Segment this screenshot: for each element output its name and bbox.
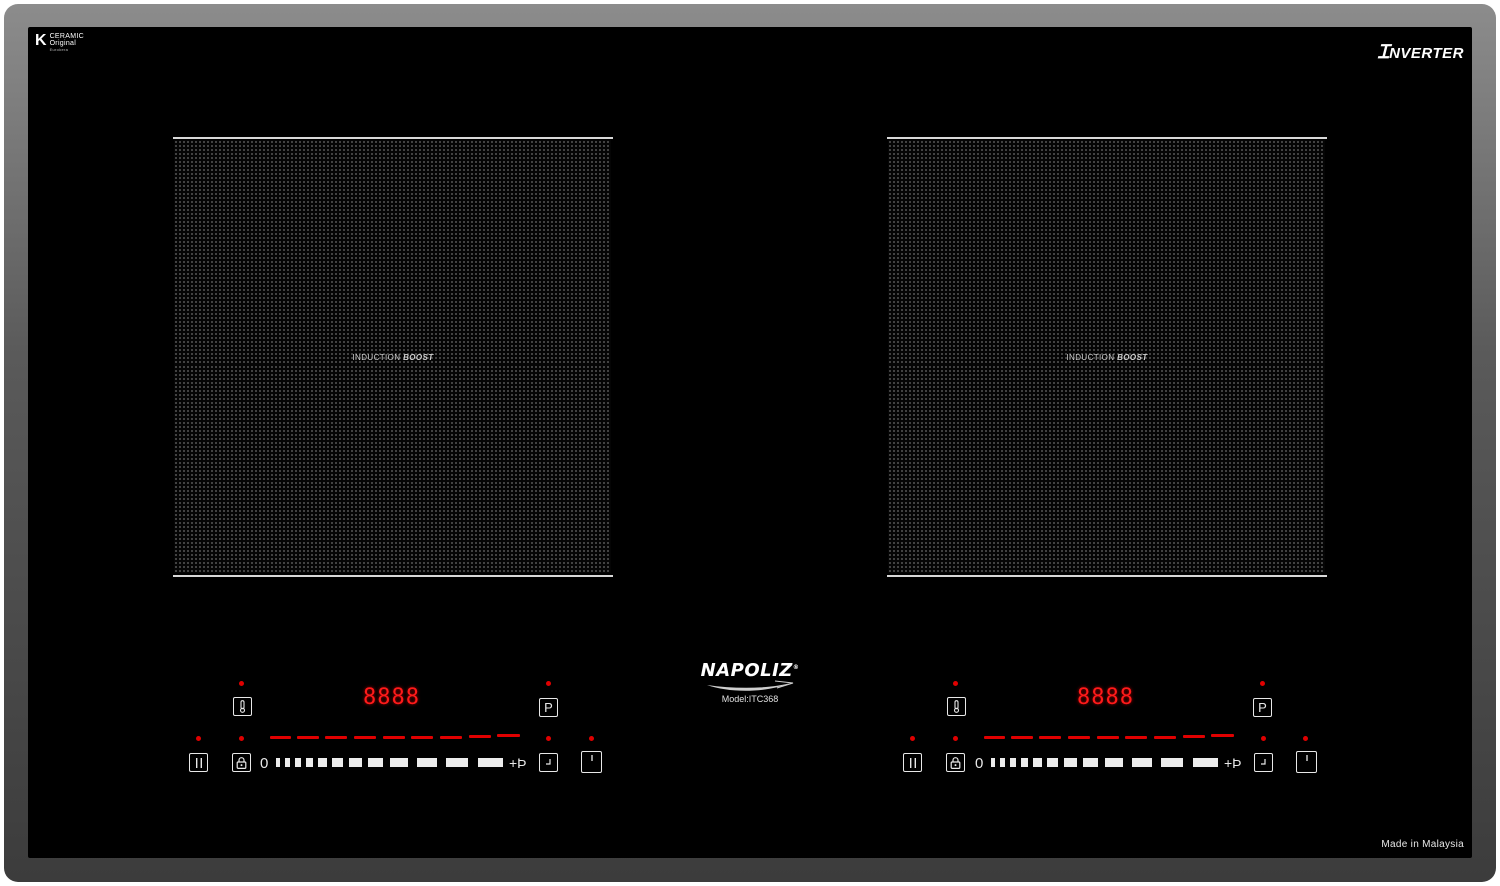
- slider-segment: [1047, 758, 1058, 767]
- boost-label[interactable]: +Þ: [509, 756, 527, 771]
- thermometer-icon: [239, 700, 246, 713]
- slider-segment: [1010, 758, 1016, 767]
- slider-segment: [390, 758, 408, 767]
- napoliz-logo: NAPOLIZ® Model:ITC368: [700, 660, 800, 704]
- inverter-logo: ꞮNVERTER: [1378, 38, 1464, 64]
- slider-segment: [1193, 758, 1218, 767]
- timer-button[interactable]: [539, 753, 558, 772]
- program-button[interactable]: P: [1253, 698, 1272, 717]
- zone-label-bold: BOOST: [1117, 353, 1148, 362]
- zone-label-bold: BOOST: [403, 353, 434, 362]
- slider-segment: [478, 758, 503, 767]
- timer-button[interactable]: [1254, 753, 1273, 772]
- power-button[interactable]: [581, 751, 602, 773]
- power-button[interactable]: [1296, 751, 1317, 773]
- slider-segment: [295, 758, 301, 767]
- slider-segment: [306, 758, 313, 767]
- lock-button[interactable]: [232, 753, 251, 772]
- program-label: P: [1258, 700, 1267, 715]
- zone-label-plain: INDUCTION: [352, 353, 401, 362]
- power-slider[interactable]: [991, 704, 1226, 767]
- slider-segment: [1105, 758, 1123, 767]
- brand-registered-mark: ®: [792, 664, 800, 671]
- zone-top-line: [173, 137, 613, 139]
- slider-segment: [1021, 758, 1028, 767]
- program-indicator-dot: [546, 681, 551, 686]
- thermometer-icon-button[interactable]: [233, 697, 252, 716]
- inverter-label: NVERTER: [1389, 45, 1464, 62]
- brand-name-text: NAPOLIZ: [700, 660, 793, 681]
- model-number: Model:ITC368: [721, 694, 779, 704]
- lock-indicator-dot: [953, 736, 958, 741]
- badge-line2: Original: [49, 40, 77, 47]
- slider-segment: [318, 758, 327, 767]
- eurokera-badge: K CERAMIC Original Eurokera: [35, 32, 84, 53]
- zone-label: INDUCTION BOOST: [887, 353, 1327, 362]
- brand-swoosh-icon: [707, 680, 794, 691]
- zone-lower-area: [888, 365, 1325, 573]
- control-panel-left: 8888 P 0 +Þ: [183, 676, 623, 786]
- program-button[interactable]: P: [539, 698, 558, 717]
- slider-segment: [991, 758, 995, 767]
- lock-icon: [236, 756, 247, 769]
- made-in-label: Made in Malaysia: [1381, 839, 1464, 850]
- inverter-i-glyph: Ɪ: [1378, 42, 1390, 63]
- temp-indicator-dot: [953, 681, 958, 686]
- power-indicator-dot: [1303, 736, 1308, 741]
- power-indicator-dot: [589, 736, 594, 741]
- cooking-zone-left: INDUCTION BOOST: [173, 137, 613, 577]
- slider-segment: [446, 758, 468, 767]
- slider-segment: [1064, 758, 1077, 767]
- timer-icon: [1260, 758, 1266, 765]
- brand-name: NAPOLIZ®: [700, 660, 800, 681]
- badge-letter: K: [35, 32, 47, 49]
- slider-segment: [1083, 758, 1098, 767]
- cooking-zone-right: INDUCTION BOOST: [887, 137, 1327, 577]
- pause-indicator-dot: [910, 736, 915, 741]
- timer-icon: [545, 758, 551, 765]
- pause-button[interactable]: [903, 753, 922, 772]
- pause-button[interactable]: [189, 753, 208, 772]
- timer-indicator-dot: [546, 736, 551, 741]
- slider-segment: [1033, 758, 1042, 767]
- slider-segment: [368, 758, 383, 767]
- slider-zero-label: 0: [260, 755, 269, 772]
- slider-segment: [1000, 758, 1005, 767]
- temp-indicator-dot: [239, 681, 244, 686]
- slider-segment: [332, 758, 343, 767]
- slider-segment: [1132, 758, 1152, 767]
- program-label: P: [544, 700, 553, 715]
- lock-icon: [950, 756, 961, 769]
- control-panel-right: 8888 P 0 +Þ: [897, 676, 1337, 786]
- timer-indicator-dot: [1261, 736, 1266, 741]
- zone-label: INDUCTION BOOST: [173, 353, 613, 362]
- zone-lower-area: [174, 365, 611, 573]
- zone-label-plain: INDUCTION: [1066, 353, 1115, 362]
- slider-segment: [349, 758, 362, 767]
- lock-indicator-dot: [239, 736, 244, 741]
- pause-icon: [195, 757, 202, 768]
- power-icon: [590, 755, 593, 761]
- lock-button[interactable]: [946, 753, 965, 772]
- badge-line3: Eurokera: [49, 47, 69, 52]
- pause-indicator-dot: [196, 736, 201, 741]
- thermometer-icon: [953, 700, 960, 713]
- program-indicator-dot: [1260, 681, 1265, 686]
- zone-bottom-line: [173, 575, 613, 577]
- power-icon: [1305, 755, 1308, 761]
- slider-segment: [417, 758, 437, 767]
- slider-segment: [1161, 758, 1183, 767]
- thermometer-icon-button[interactable]: [947, 697, 966, 716]
- boost-label[interactable]: +Þ: [1224, 756, 1242, 771]
- slider-segment: [276, 758, 280, 767]
- slider-segment: [285, 758, 290, 767]
- badge-line1: CERAMIC: [49, 33, 84, 40]
- pause-icon: [909, 757, 916, 768]
- power-slider[interactable]: [276, 704, 511, 767]
- zone-top-line: [887, 137, 1327, 139]
- zone-bottom-line: [887, 575, 1327, 577]
- slider-zero-label: 0: [975, 755, 984, 772]
